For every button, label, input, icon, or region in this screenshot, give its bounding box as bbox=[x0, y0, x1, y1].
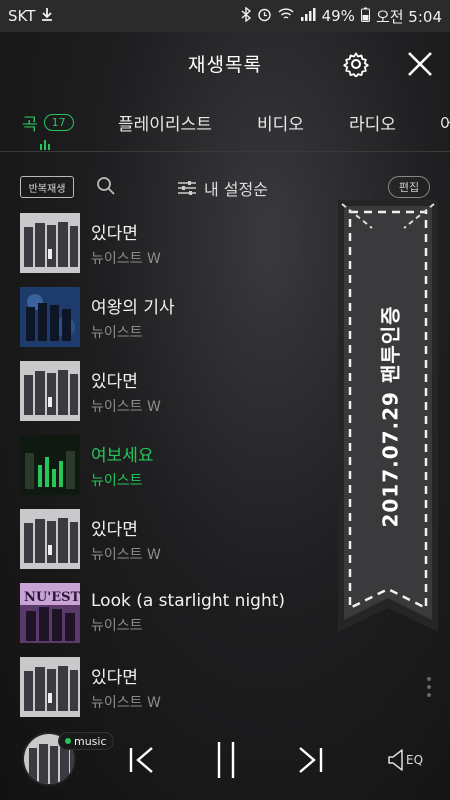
sort-button[interactable]: 내 설정순 bbox=[178, 176, 268, 200]
speaker-icon bbox=[388, 749, 403, 771]
more-options-button[interactable] bbox=[424, 675, 434, 699]
album-art bbox=[20, 509, 80, 569]
status-dot bbox=[65, 738, 71, 744]
header: 재생목록 bbox=[0, 32, 450, 94]
signal-icon bbox=[300, 7, 316, 25]
song-title: 여왕의 기사 bbox=[91, 297, 175, 318]
list-item[interactable]: 있다면 뉴이스트 W bbox=[0, 650, 450, 718]
song-artist: 뉴이스트 W bbox=[91, 398, 161, 415]
song-count-badge: 17 bbox=[43, 114, 74, 131]
clock: 오전 5:04 bbox=[375, 7, 442, 26]
download-icon bbox=[41, 7, 53, 25]
song-title: 있다면 bbox=[91, 371, 138, 392]
settings-button[interactable] bbox=[336, 44, 376, 84]
next-button[interactable] bbox=[296, 742, 324, 778]
close-button[interactable] bbox=[400, 44, 440, 84]
song-artist: 뉴이스트 bbox=[91, 472, 143, 489]
album-art bbox=[20, 287, 80, 347]
page-title: 재생목록 bbox=[188, 53, 262, 76]
tab-more[interactable]: 어 bbox=[440, 110, 450, 135]
previous-icon bbox=[129, 747, 153, 773]
tab-songs-label: 곡 bbox=[22, 115, 38, 135]
song-title: 여보세요 bbox=[91, 445, 154, 466]
song-artist: 뉴이스트 W bbox=[91, 250, 161, 267]
sort-label: 내 설정순 bbox=[204, 180, 268, 199]
album-art bbox=[20, 657, 80, 717]
tab-bar: 곡 17 플레이리스트 비디오 라디오 어 bbox=[0, 100, 450, 152]
next-icon bbox=[299, 747, 323, 773]
battery-icon bbox=[360, 7, 370, 26]
search-button[interactable] bbox=[96, 176, 116, 200]
wifi-icon bbox=[278, 7, 294, 25]
tab-songs[interactable]: 곡 17 bbox=[22, 110, 74, 135]
song-title: 있다면 bbox=[91, 519, 138, 540]
gear-icon bbox=[343, 52, 369, 77]
song-title: Look (a starlight night) bbox=[91, 591, 286, 611]
carrier-label: SKT bbox=[8, 7, 36, 25]
music-badge: music bbox=[58, 732, 114, 750]
previous-button[interactable] bbox=[128, 742, 156, 778]
battery-percent: 49% bbox=[321, 7, 355, 25]
album-art bbox=[20, 213, 80, 273]
close-icon bbox=[408, 52, 432, 76]
tab-radio[interactable]: 라디오 bbox=[349, 110, 396, 135]
album-art bbox=[20, 435, 80, 495]
status-bar: SKT 49% 오전 5:04 bbox=[0, 0, 450, 32]
music-badge-label: music bbox=[74, 734, 107, 748]
song-artist: 뉴이스트 bbox=[91, 324, 143, 341]
album-art: NU'EST bbox=[20, 583, 80, 643]
edit-button[interactable]: 편집 bbox=[388, 176, 430, 198]
song-artist: 뉴이스트 W bbox=[91, 546, 161, 563]
sliders-icon bbox=[178, 181, 196, 195]
song-artist: 뉴이스트 W bbox=[91, 694, 161, 711]
song-artist: 뉴이스트 bbox=[91, 618, 143, 634]
eq-label: EQ bbox=[406, 753, 424, 767]
now-playing-indicator-icon bbox=[40, 140, 50, 150]
pause-button[interactable] bbox=[214, 742, 238, 778]
pause-icon bbox=[217, 742, 235, 778]
album-art bbox=[20, 361, 80, 421]
song-title: 있다면 bbox=[91, 667, 138, 688]
svg-text:NU'EST: NU'EST bbox=[24, 590, 80, 605]
eq-button[interactable]: EQ bbox=[388, 742, 423, 778]
tab-video[interactable]: 비디오 bbox=[257, 110, 304, 135]
banner-text: 2017.07.29 팬투인증 bbox=[378, 304, 403, 528]
ribbon-banner: 2017.07.29 팬투인증 bbox=[334, 196, 442, 636]
alarm-icon bbox=[257, 7, 272, 26]
repeat-button[interactable]: 반복재생 bbox=[20, 176, 74, 198]
search-icon bbox=[97, 177, 115, 195]
player-bar: music EQ bbox=[0, 718, 450, 800]
tab-playlist[interactable]: 플레이리스트 bbox=[118, 110, 212, 135]
song-title: 있다면 bbox=[91, 223, 138, 244]
bluetooth-icon bbox=[241, 6, 251, 26]
